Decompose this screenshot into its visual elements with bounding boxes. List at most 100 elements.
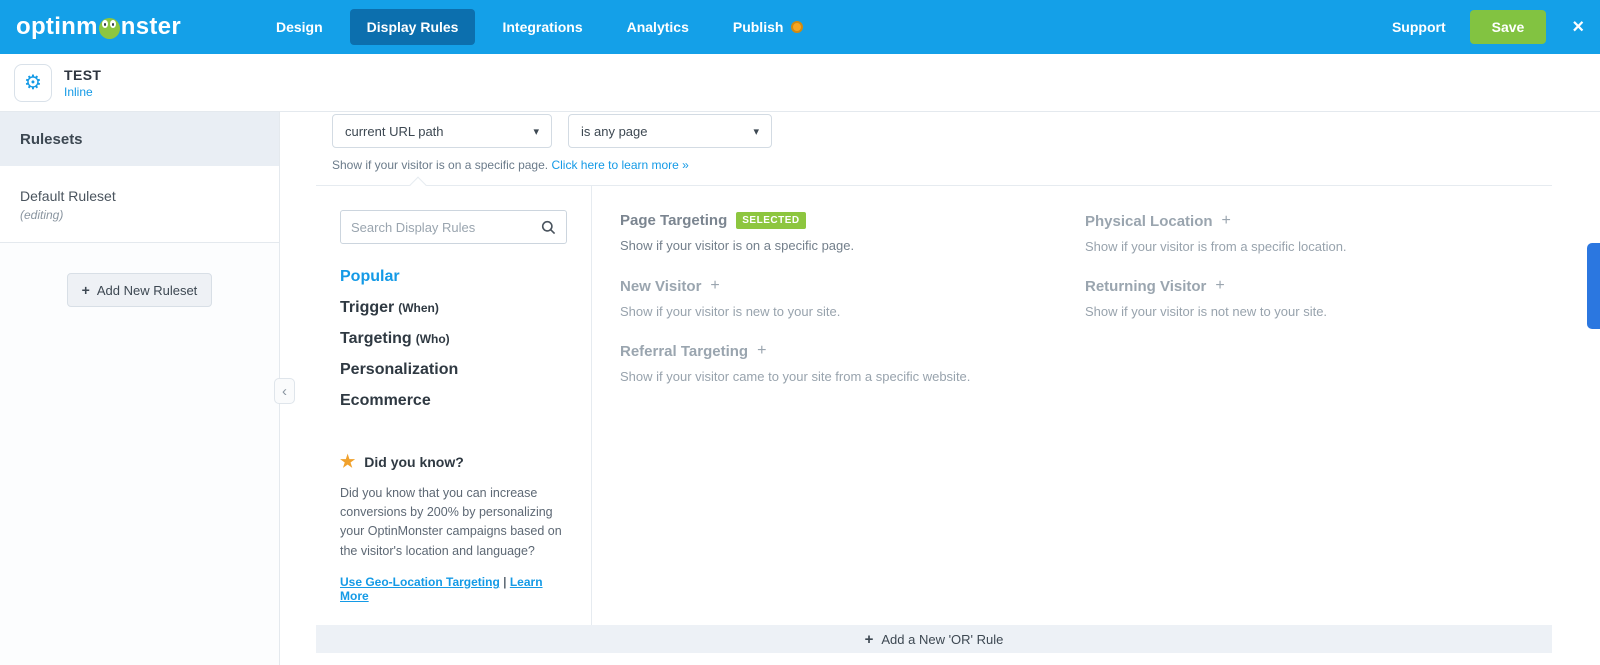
rule-returning-visitor[interactable]: Returning Visitor + Show if your visitor… [1085,277,1552,319]
add-or-rule-button[interactable]: + Add a New 'OR' Rule [316,625,1552,653]
nav-tab-integrations[interactable]: Integrations [485,9,599,45]
ruleset-list-item[interactable]: Default Ruleset (editing) [0,166,279,243]
rule-physical-location[interactable]: Physical Location + Show if your visitor… [1085,212,1552,254]
logo-text-right: nster [120,13,181,40]
chevron-down-icon: ▾ [533,125,539,138]
topbar-right-actions: Support Save × [1392,10,1584,44]
rule-helper-text: Show if your visitor is on a specific pa… [332,158,1552,172]
plus-icon: + [864,630,874,648]
search-input[interactable] [351,219,541,235]
optinmonster-logo[interactable]: optinm nster [16,13,181,41]
nav-tab-analytics[interactable]: Analytics [610,9,706,45]
did-you-know-body: Did you know that you can increase conve… [340,485,562,558]
display-rules-grid: Page Targeting SELECTED Show if your vis… [620,212,1552,407]
add-ruleset-label: Add New Ruleset [96,282,198,298]
rule-title: Referral Targeting [620,342,749,360]
rule-categories: Popular Trigger (When) Targeting (Who) Per… [340,268,567,423]
add-rule-plus-icon[interactable]: + [1222,212,1231,230]
nav-tab-display-rules[interactable]: Display Rules [349,9,476,45]
rule-title-row: Physical Location + [1085,212,1502,230]
category-label: Personalization [340,361,459,378]
rule-picker-right-column: Page Targeting SELECTED Show if your vis… [592,186,1552,625]
rulesets-sidebar: Rulesets Default Ruleset (editing) + Add… [0,112,280,665]
rule-picker-panel: Popular Trigger(When) Targeting(Who) Per… [316,176,1552,625]
add-rule-plus-icon[interactable]: + [757,342,766,360]
campaign-type-link[interactable]: Inline [64,85,101,99]
category-suffix: (When) [398,301,439,315]
rule-description: Show if your visitor came to your site f… [620,369,971,384]
feedback-tab[interactable] [1587,243,1600,329]
chevron-down-icon: ▾ [753,125,759,138]
publish-label: Publish [732,19,784,35]
chevron-left-icon: ‹ [282,382,287,400]
ruleset-name: Default Ruleset [20,188,116,204]
did-you-know-links: Use Geo-Location Targeting | Learn More [340,575,567,603]
rule-referral-targeting[interactable]: Referral Targeting + Show if your visito… [620,342,1085,384]
plus-icon: + [81,282,90,298]
rule-field-dropdown[interactable]: current URL path ▾ [332,114,552,148]
campaign-header: ⚙ TEST Inline [0,54,1600,112]
rule-picker-left-column: Popular Trigger(When) Targeting(Who) Per… [316,186,592,625]
geo-location-targeting-link[interactable]: Use Geo-Location Targeting [340,575,500,589]
did-you-know-heading: Did you know? [364,453,464,470]
campaign-name: TEST [64,66,102,83]
add-new-ruleset-button[interactable]: + Add New Ruleset [66,273,213,307]
helper-text: Show if your visitor is on a specific pa… [332,158,549,172]
rule-new-visitor[interactable]: New Visitor + Show if your visitor is ne… [620,277,1085,319]
add-rule-plus-icon[interactable]: + [1215,277,1224,295]
nav-tab-publish[interactable]: Publish [716,9,821,45]
add-rule-plus-icon[interactable]: + [710,277,719,295]
rule-description: Show if your visitor is new to your site… [620,304,841,319]
rule-title: Returning Visitor [1085,277,1207,295]
sidebar-collapse-handle[interactable]: ‹ [274,378,295,404]
search-box [340,210,567,244]
rule-value-value: is any page [581,123,648,139]
rule-title-row: Returning Visitor + [1085,277,1502,295]
rule-description: Show if your visitor is not new to your … [1085,304,1328,319]
monster-face-icon [98,17,120,39]
category-targeting[interactable]: Targeting (Who) [340,330,567,348]
rule-value-dropdown[interactable]: is any page ▾ [568,114,772,148]
category-label: Targeting [340,330,412,347]
rule-description: Show if your visitor is from a specific … [1085,239,1347,254]
ruleset-status: (editing) [20,208,64,222]
content-area: Rulesets Default Ruleset (editing) + Add… [0,112,1600,665]
category-popular[interactable]: Popular [340,268,567,286]
search-icon[interactable] [541,220,556,235]
category-label: Ecommerce [340,392,431,409]
star-icon: ★ [340,451,356,471]
category-personalization[interactable]: Personalization [340,361,567,379]
campaign-info: TEST Inline [64,67,101,99]
learn-more-link[interactable]: Click here to learn more » [551,158,688,172]
top-navigation-bar: optinm nster Design Display Rules Integr… [0,0,1600,54]
rule-title-row: New Visitor + [620,277,1035,295]
nav-tab-design[interactable]: Design [259,9,340,45]
campaign-settings-button[interactable]: ⚙ [14,63,52,102]
rule-page-targeting[interactable]: Page Targeting SELECTED Show if your vis… [620,212,1085,254]
publish-status-badge [791,21,804,33]
rule-title: Physical Location [1085,212,1213,230]
logo-text-left: optinm [16,13,98,40]
gear-icon: ⚙ [24,72,42,94]
selected-badge: SELECTED [736,212,806,229]
category-ecommerce[interactable]: Ecommerce [340,392,567,410]
rule-title: Page Targeting [620,212,728,229]
category-trigger[interactable]: Trigger (When) [340,299,567,317]
close-icon[interactable]: × [1572,16,1584,39]
rule-title-row: Page Targeting SELECTED [620,212,1035,229]
add-or-rule-label: Add a New 'OR' Rule [881,631,1004,647]
support-link[interactable]: Support [1392,19,1446,35]
rule-field-value: current URL path [345,123,444,139]
rule-description: Show if your visitor is on a specific pa… [620,238,855,253]
did-you-know-box: ★ Did you know? Did you know that you ca… [340,452,567,604]
rule-title-row: Referral Targeting + [620,342,1035,360]
display-rules-main: current URL path ▾ is any page ▾ Show if… [280,112,1600,665]
did-you-know-title: ★ Did you know? [340,452,567,472]
category-suffix: (Who) [415,332,450,346]
category-label: Trigger [340,299,395,316]
link-separator: | [503,575,507,589]
active-rule-row: current URL path ▾ is any page ▾ [332,114,1552,148]
main-nav: Design Display Rules Integrations Analyt… [259,9,820,45]
rule-title: New Visitor [620,277,702,295]
save-button[interactable]: Save [1469,10,1547,44]
